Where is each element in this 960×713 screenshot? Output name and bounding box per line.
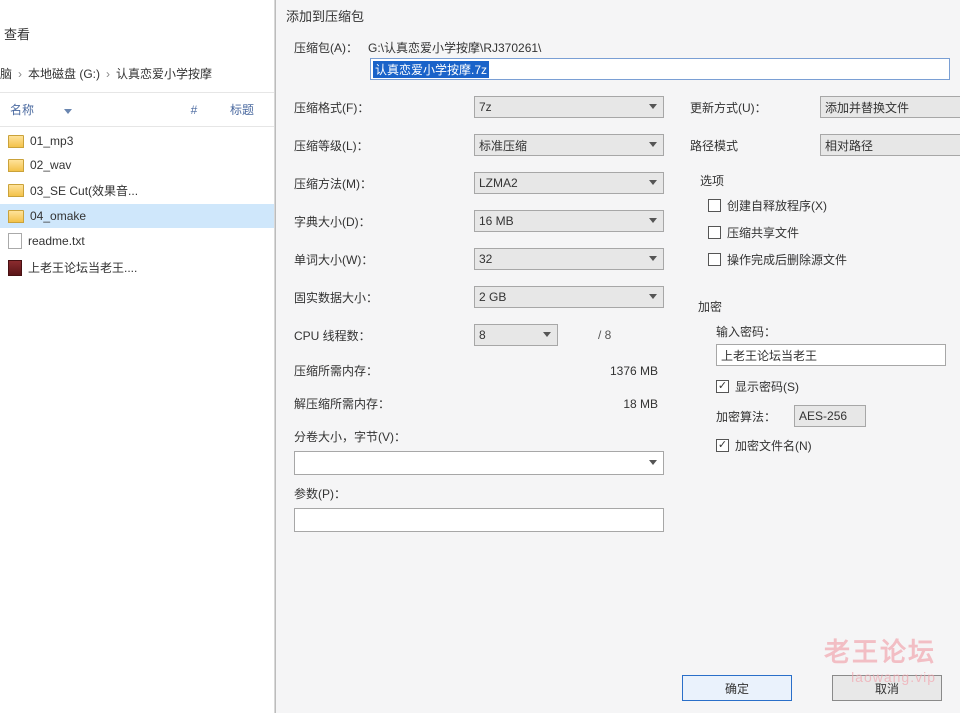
checkbox-checked-icon xyxy=(716,439,729,452)
checkbox-icon xyxy=(708,226,721,239)
share-label: 压缩共享文件 xyxy=(727,224,799,241)
cancel-button[interactable]: 取消 xyxy=(832,675,942,701)
dict-label: 字典大小(D)： xyxy=(294,213,474,230)
list-item[interactable]: readme.txt xyxy=(0,228,274,254)
file-list: 01_mp3 02_wav 03_SE Cut(效果音... 04_omake … xyxy=(0,127,274,281)
column-header-name[interactable]: 名称 xyxy=(10,101,158,118)
chevron-down-icon xyxy=(647,139,659,151)
checkbox-icon xyxy=(708,199,721,212)
show-password-label: 显示密码(S) xyxy=(735,378,799,395)
word-label: 单词大小(W)： xyxy=(294,251,474,268)
breadcrumb-part[interactable]: 认真恋爱小学按摩 xyxy=(116,65,212,82)
breadcrumb-part[interactable]: 脑 xyxy=(0,65,12,82)
archive-file-icon xyxy=(8,260,22,276)
file-explorer-panel: 查看 脑 › 本地磁盘 (G:) › 认真恋爱小学按摩 名称 # 标题 01_m… xyxy=(0,0,275,713)
breadcrumb-separator-icon: › xyxy=(18,67,22,81)
view-menu-label[interactable]: 查看 xyxy=(0,0,274,51)
checkbox-icon xyxy=(708,253,721,266)
method-combo[interactable]: LZMA2 xyxy=(474,172,664,194)
column-header-title[interactable]: 标题 xyxy=(230,101,270,118)
split-label: 分卷大小，字节(V)： xyxy=(294,428,664,445)
chevron-down-icon xyxy=(647,177,659,189)
sfx-label: 创建自释放程序(X) xyxy=(727,197,827,214)
format-label: 压缩格式(F)： xyxy=(294,99,474,116)
decompress-mem-value: 18 MB xyxy=(623,397,664,411)
level-label: 压缩等级(L)： xyxy=(294,137,474,154)
chevron-down-icon xyxy=(647,253,659,265)
ok-button[interactable]: 确定 xyxy=(682,675,792,701)
delete-checkbox-row[interactable]: 操作完成后删除源文件 xyxy=(708,251,960,268)
compress-mem-value: 1376 MB xyxy=(610,364,664,378)
list-item[interactable]: 02_wav xyxy=(0,153,274,177)
folder-icon xyxy=(8,184,24,197)
pathmode-combo[interactable]: 相对路径 xyxy=(820,134,960,156)
params-input[interactable] xyxy=(294,508,664,532)
breadcrumb[interactable]: 脑 › 本地磁盘 (G:) › 认真恋爱小学按摩 xyxy=(0,51,274,93)
encrypt-names-checkbox-row[interactable]: 加密文件名(N) xyxy=(716,437,960,454)
decompress-mem-label: 解压缩所需内存： xyxy=(294,395,474,412)
algo-label: 加密算法： xyxy=(716,408,776,425)
column-headers[interactable]: 名称 # 标题 xyxy=(0,93,274,127)
text-file-icon xyxy=(8,233,22,249)
update-combo[interactable]: 添加并替换文件 xyxy=(820,96,960,118)
breadcrumb-separator-icon: › xyxy=(106,67,110,81)
list-item[interactable]: 上老王论坛当老王.... xyxy=(0,254,274,281)
password-label: 输入密码： xyxy=(716,323,960,340)
archive-path-text: G:\认真恋爱小学按摩\RJ370261\ xyxy=(368,39,541,56)
encrypt-group-title: 加密 xyxy=(698,298,960,315)
item-label: 04_omake xyxy=(30,209,86,223)
folder-icon xyxy=(8,135,24,148)
cpu-combo[interactable]: 8 xyxy=(474,324,558,346)
item-label: 02_wav xyxy=(30,158,71,172)
chevron-down-icon xyxy=(541,329,553,341)
dialog-title: 添加到压缩包 xyxy=(276,0,960,35)
password-input[interactable]: 上老王论坛当老王 xyxy=(716,344,946,366)
cpu-label: CPU 线程数： xyxy=(294,327,474,344)
chevron-down-icon xyxy=(647,291,659,303)
solid-combo[interactable]: 2 GB xyxy=(474,286,664,308)
checkbox-checked-icon xyxy=(716,380,729,393)
split-size-combo[interactable] xyxy=(294,451,664,475)
sfx-checkbox-row[interactable]: 创建自释放程序(X) xyxy=(708,197,960,214)
sort-indicator-icon xyxy=(64,109,72,114)
item-label: readme.txt xyxy=(28,234,85,248)
list-item[interactable]: 04_omake xyxy=(0,204,274,228)
item-label: 01_mp3 xyxy=(30,134,73,148)
column-header-number[interactable]: # xyxy=(182,103,206,117)
word-combo[interactable]: 32 xyxy=(474,248,664,270)
format-combo[interactable]: 7z xyxy=(474,96,664,118)
folder-icon xyxy=(8,159,24,172)
solid-label: 固实数据大小： xyxy=(294,289,474,306)
pathmode-label: 路径模式 xyxy=(690,137,820,154)
list-item[interactable]: 01_mp3 xyxy=(0,129,274,153)
options-group-title: 选项 xyxy=(700,172,960,189)
share-checkbox-row[interactable]: 压缩共享文件 xyxy=(708,224,960,241)
method-label: 压缩方法(M)： xyxy=(294,175,474,192)
item-label: 03_SE Cut(效果音... xyxy=(30,182,138,199)
archive-filename-input[interactable]: 认真恋爱小学按摩.7z xyxy=(370,58,950,80)
algo-combo[interactable]: AES-256 xyxy=(794,405,866,427)
delete-label: 操作完成后删除源文件 xyxy=(727,251,847,268)
archive-label: 压缩包(A)： xyxy=(294,39,358,56)
chevron-down-icon xyxy=(647,101,659,113)
dict-combo[interactable]: 16 MB xyxy=(474,210,664,232)
breadcrumb-part[interactable]: 本地磁盘 (G:) xyxy=(28,65,100,82)
params-label: 参数(P)： xyxy=(294,485,664,502)
level-combo[interactable]: 标准压缩 xyxy=(474,134,664,156)
folder-icon xyxy=(8,210,24,223)
list-item[interactable]: 03_SE Cut(效果音... xyxy=(0,177,274,204)
filename-selection: 认真恋爱小学按摩.7z xyxy=(373,61,489,78)
update-label: 更新方式(U)： xyxy=(690,99,820,116)
encrypt-names-label: 加密文件名(N) xyxy=(735,437,812,454)
chevron-down-icon xyxy=(647,215,659,227)
compress-mem-label: 压缩所需内存： xyxy=(294,362,474,379)
cpu-max-text: / 8 xyxy=(598,328,611,342)
item-label: 上老王论坛当老王.... xyxy=(28,259,137,276)
show-password-checkbox-row[interactable]: 显示密码(S) xyxy=(716,378,960,395)
compress-dialog: 添加到压缩包 压缩包(A)： G:\认真恋爱小学按摩\RJ370261\ 认真恋… xyxy=(275,0,960,713)
